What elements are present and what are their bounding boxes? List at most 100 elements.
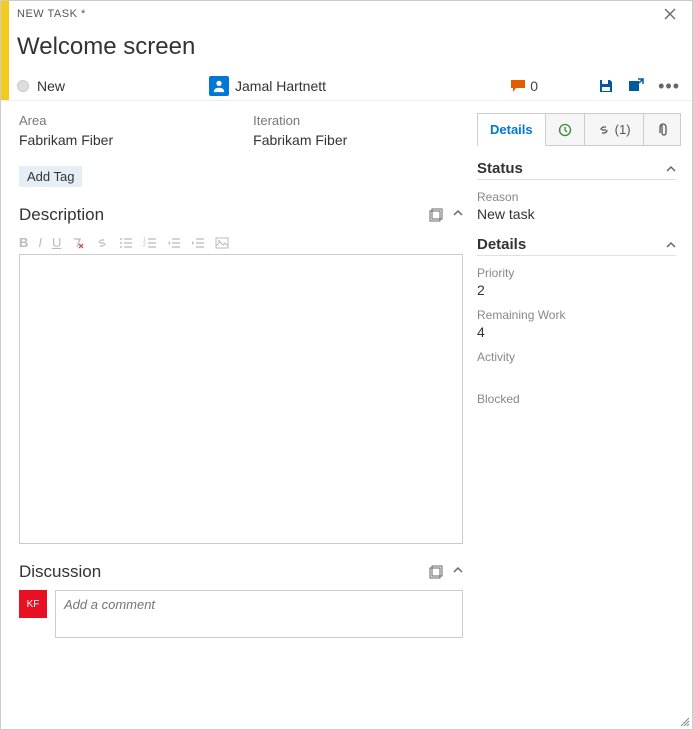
tab-label: Details xyxy=(490,122,533,137)
close-button[interactable] xyxy=(658,4,682,24)
description-tools xyxy=(429,208,463,222)
right-pane: Details (1) Status xyxy=(477,101,692,729)
info-bar: New Jamal Hartnett 0 ••• xyxy=(1,71,692,101)
discussion-tools xyxy=(429,565,463,579)
discussion-title: Discussion xyxy=(19,562,101,582)
tab-details[interactable]: Details xyxy=(477,113,546,146)
fullscreen-button[interactable] xyxy=(429,565,443,579)
avatar xyxy=(209,76,229,96)
refresh-button[interactable] xyxy=(628,78,644,94)
work-item-type-stripe xyxy=(1,27,9,71)
assignee-field[interactable]: Jamal Hartnett xyxy=(209,76,510,96)
description-header: Description xyxy=(19,205,463,225)
bold-button[interactable]: B xyxy=(19,235,28,250)
left-pane: Area Fabrikam Fiber Iteration Fabrikam F… xyxy=(1,101,477,729)
collapse-button[interactable] xyxy=(666,240,676,250)
link-icon xyxy=(95,236,109,250)
number-list-button[interactable]: 12 xyxy=(143,236,157,250)
add-tag-button[interactable]: Add Tag xyxy=(19,166,82,187)
outdent-icon xyxy=(167,236,181,250)
link-button[interactable] xyxy=(95,236,109,250)
details-header[interactable]: Details xyxy=(477,236,676,256)
work-item-form: NEW TASK * Welcome screen New Jamal Hart… xyxy=(1,1,692,729)
clear-format-button[interactable] xyxy=(71,236,85,250)
links-count: (1) xyxy=(615,122,631,137)
breadcrumb: NEW TASK * xyxy=(9,8,658,20)
state-field[interactable]: New xyxy=(9,78,209,94)
indent-icon xyxy=(191,236,205,250)
description-editor[interactable] xyxy=(19,254,463,544)
remaining-work-label: Remaining Work xyxy=(477,308,676,322)
italic-button[interactable]: I xyxy=(38,235,42,250)
iteration-value: Fabrikam Fiber xyxy=(253,132,347,148)
chevron-up-icon xyxy=(453,565,463,575)
outdent-button[interactable] xyxy=(167,236,181,250)
refresh-icon xyxy=(628,78,644,94)
svg-text:2: 2 xyxy=(143,242,146,248)
title-row: Welcome screen xyxy=(1,27,692,71)
collapse-button[interactable] xyxy=(453,208,463,222)
status-title: Status xyxy=(477,160,523,177)
fullscreen-icon xyxy=(429,565,443,579)
reason-field[interactable]: Reason New task xyxy=(477,190,676,222)
chevron-up-icon xyxy=(666,240,676,250)
bullet-list-button[interactable] xyxy=(119,236,133,250)
indent-button[interactable] xyxy=(191,236,205,250)
header-actions: ••• xyxy=(598,78,692,94)
more-actions-button[interactable]: ••• xyxy=(658,81,680,91)
priority-field[interactable]: Priority 2 xyxy=(477,266,676,298)
clear-format-icon xyxy=(71,236,85,250)
current-user-avatar: KF xyxy=(19,590,47,618)
priority-label: Priority xyxy=(477,266,676,280)
discussion-input-row: KF xyxy=(19,590,463,638)
state-label: New xyxy=(37,78,65,94)
work-item-type-stripe xyxy=(1,1,9,27)
comments-count[interactable]: 0 xyxy=(510,78,538,94)
image-button[interactable] xyxy=(215,236,229,250)
comment-input[interactable] xyxy=(55,590,463,638)
details-title: Details xyxy=(477,236,526,253)
rte-toolbar: B I U 12 xyxy=(19,233,463,252)
tab-links[interactable]: (1) xyxy=(585,113,644,146)
header-bar: NEW TASK * xyxy=(1,1,692,27)
collapse-button[interactable] xyxy=(666,164,676,174)
tab-attachments[interactable] xyxy=(644,113,681,146)
area-label: Area xyxy=(19,113,113,128)
form-body: Area Fabrikam Fiber Iteration Fabrikam F… xyxy=(1,101,692,729)
details-section: Details Priority 2 Remaining Work 4 Acti… xyxy=(477,236,676,406)
number-list-icon: 12 xyxy=(143,236,157,250)
work-item-title[interactable]: Welcome screen xyxy=(9,27,195,71)
assignee-name: Jamal Hartnett xyxy=(235,78,326,94)
person-icon xyxy=(212,79,226,93)
underline-button[interactable]: U xyxy=(52,235,61,250)
remaining-work-field[interactable]: Remaining Work 4 xyxy=(477,308,676,340)
chevron-up-icon xyxy=(666,164,676,174)
attachment-icon xyxy=(656,123,668,137)
save-button[interactable] xyxy=(598,78,614,94)
blocked-label: Blocked xyxy=(477,392,676,406)
reason-value: New task xyxy=(477,206,676,222)
iteration-field[interactable]: Iteration Fabrikam Fiber xyxy=(253,113,347,148)
history-icon xyxy=(558,123,572,137)
fullscreen-icon xyxy=(429,208,443,222)
description-title: Description xyxy=(19,205,104,225)
save-icon xyxy=(598,78,614,94)
activity-field[interactable]: Activity xyxy=(477,350,676,364)
discussion-header: Discussion xyxy=(19,562,463,582)
activity-label: Activity xyxy=(477,350,676,364)
details-tabs: Details (1) xyxy=(477,113,676,146)
tab-history[interactable] xyxy=(546,113,585,146)
status-section: Status Reason New task xyxy=(477,160,676,222)
status-header[interactable]: Status xyxy=(477,160,676,180)
state-dot-icon xyxy=(17,80,29,92)
fullscreen-button[interactable] xyxy=(429,208,443,222)
collapse-button[interactable] xyxy=(453,565,463,579)
bullet-list-icon xyxy=(119,236,133,250)
blocked-field[interactable]: Blocked xyxy=(477,392,676,406)
chevron-up-icon xyxy=(453,208,463,218)
area-value: Fabrikam Fiber xyxy=(19,132,113,148)
area-field[interactable]: Area Fabrikam Fiber xyxy=(19,113,113,148)
classification-fields: Area Fabrikam Fiber Iteration Fabrikam F… xyxy=(19,113,463,148)
comment-icon xyxy=(510,79,526,93)
comments-number: 0 xyxy=(530,78,538,94)
